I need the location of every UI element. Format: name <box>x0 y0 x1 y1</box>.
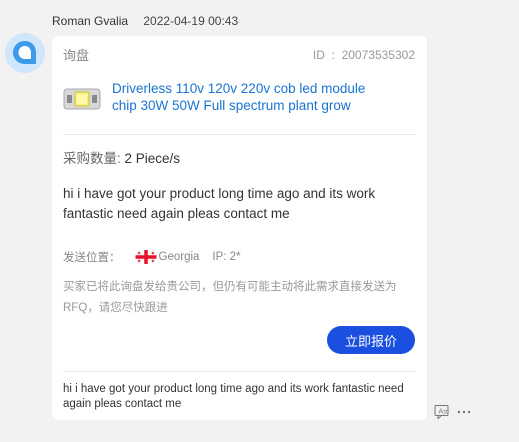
sender-name: Roman Gvalia <box>52 14 129 28</box>
avatar[interactable] <box>5 33 45 73</box>
card-title: 询盘 <box>63 48 90 63</box>
rfq-notice: 买家已将此询盘发给贵公司，但仍有可能主动将此需求直接发送为RFQ，请您尽快跟进 <box>63 281 397 314</box>
led-chip-image <box>63 88 101 110</box>
country-name: Georgia <box>158 251 200 263</box>
location-row: 发送位置： Georgia IP: 2* <box>63 249 241 265</box>
quantity-value: 2 Piece/s <box>124 151 181 166</box>
quantity-row: 采购数量: 2 Piece/s <box>63 147 180 167</box>
footer-message: hi i have got your product long time ago… <box>63 383 404 410</box>
georgia-flag-icon <box>135 250 156 264</box>
product-title-link[interactable]: Driverless 110v 120v 220v cob led module… <box>112 80 392 114</box>
divider <box>63 371 415 372</box>
ip-address: IP: 2* <box>212 251 241 263</box>
location-label: 发送位置： <box>63 252 121 264</box>
product-thumbnail[interactable] <box>63 84 101 114</box>
inquiry-id: ID : 20073535302 <box>312 47 415 62</box>
inquiry-message: hi i have got your product long time ago… <box>63 186 376 221</box>
message-timestamp: 2022-04-19 00:43 <box>143 14 239 28</box>
svg-text:文: 文 <box>443 409 448 416</box>
inquiry-card: 询盘 ID : 20073535302 Driverless 110v 120v… <box>52 36 427 420</box>
quantity-label: 采购数量: <box>63 151 121 166</box>
translate-button[interactable]: A 文 <box>434 404 450 420</box>
card-header: 询盘 ID : 20073535302 <box>63 45 415 64</box>
message-actions: A 文 <box>434 404 478 420</box>
quote-now-button[interactable]: 立即报价 <box>327 326 415 354</box>
more-button[interactable] <box>456 404 472 420</box>
chat-bubble-icon <box>13 41 36 64</box>
product-info[interactable]: Driverless 110v 120v 220v cob led module… <box>63 80 415 114</box>
message-header: Roman Gvalia 2022-04-19 00:43 <box>52 14 238 28</box>
translate-icon: A 文 <box>434 405 449 420</box>
divider <box>63 134 415 135</box>
more-icon <box>457 410 471 414</box>
